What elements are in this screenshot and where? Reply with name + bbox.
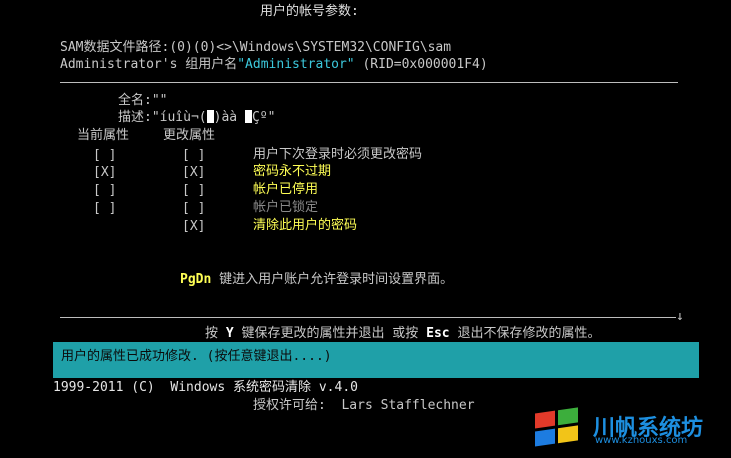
attr-label-4: 清除此用户的密码 [253, 218, 358, 233]
scroll-down-arrow-icon: ↓ [676, 309, 684, 324]
attr-label-3: 帐户已锁定 [253, 200, 319, 215]
current-attributes-header: 当前属性 [77, 128, 130, 143]
inline-block-glyph [206, 110, 214, 123]
save-hint: 按 Y 键保存更改的属性并退出 或按 Esc 退出不保存修改的属性。 [205, 326, 600, 341]
fullname-value: "" [151, 93, 168, 108]
fullname-line: 全名:"" [118, 93, 167, 108]
attr-current-3: [ ] [93, 201, 117, 216]
save-hint-pre: 按 [205, 326, 226, 341]
watermark-url: www.kzhouxs.com [595, 435, 688, 446]
attr-current-0: [ ] [93, 148, 117, 163]
description-value-end: Çº" [251, 110, 276, 125]
attr-current-2: [ ] [93, 183, 117, 198]
save-hint-post: 退出不保存修改的属性。 [449, 326, 601, 341]
attr-current-1: [X] [93, 165, 117, 180]
license-line: 授权许可给: Lars Stafflechner [253, 398, 475, 413]
page-title: 用户的帐号参数: [260, 4, 359, 19]
rid-value: (RID=0x000001F4) [354, 57, 488, 72]
license-name: Lars Stafflechner [341, 398, 475, 413]
group-name: "Administrator" [237, 57, 355, 72]
save-hint-mid: 键保存更改的属性并退出 或按 [233, 326, 427, 341]
save-key[interactable]: Y [226, 326, 234, 341]
pgdn-key[interactable]: PgDn [180, 272, 211, 287]
pgdn-hint: PgDn 键进入用户账户允许登录时间设置界面。 [180, 272, 453, 287]
description-line: 描述:"íuîù¬( )àà Çº" [118, 110, 275, 125]
license-label: 授权许可给: [253, 398, 326, 413]
watermark-logo: 川帆系统坊 www.kzhouxs.com [531, 404, 721, 452]
divider-bottom [60, 317, 676, 318]
text-cursor [244, 110, 252, 123]
attr-label-0: 用户下次登录时必须更改密码 [253, 147, 423, 162]
attr-change-1[interactable]: [X] [182, 165, 205, 180]
description-value-start: "íuîù¬( [151, 110, 207, 125]
sam-path-line: SAM数据文件路径:(0)(0)<>\Windows\SYSTEM32\CONF… [60, 40, 451, 55]
status-bar: 用户的属性已成功修改. (按任意键退出....) [53, 342, 699, 378]
attr-change-0[interactable]: [ ] [182, 148, 205, 163]
attr-change-2[interactable]: [ ] [182, 183, 205, 198]
sam-path-value: (0)(0)<>\Windows\SYSTEM32\CONFIG\sam [169, 40, 452, 55]
sam-path-label: SAM数据文件路径: [60, 40, 170, 55]
description-label: 描述: [118, 110, 152, 125]
change-attributes-header: 更改属性 [163, 128, 216, 143]
fullname-label: 全名: [118, 93, 152, 108]
pgdn-hint-text: 键进入用户账户允许登录时间设置界面。 [211, 272, 454, 287]
copyright-line: 1999-2011 (C) Windows 系统密码清除 v.4.0 [53, 380, 358, 395]
group-line: Administrator's 组用户名"Administrator" (RID… [60, 57, 488, 72]
description-value-mid: )àà [213, 110, 245, 125]
attr-label-2: 帐户已停用 [253, 182, 319, 197]
group-prefix: Administrator's 组用户名 [60, 57, 238, 72]
attr-change-4[interactable]: [X] [182, 219, 205, 234]
attr-change-3[interactable]: [ ] [182, 201, 205, 216]
divider-top [60, 82, 678, 83]
attr-label-1: 密码永不过期 [253, 164, 332, 179]
status-message: 用户的属性已成功修改. (按任意键退出....) [61, 349, 332, 364]
esc-key[interactable]: Esc [426, 326, 449, 341]
license-spacer [326, 398, 342, 413]
windows-flag-icon [535, 407, 578, 447]
